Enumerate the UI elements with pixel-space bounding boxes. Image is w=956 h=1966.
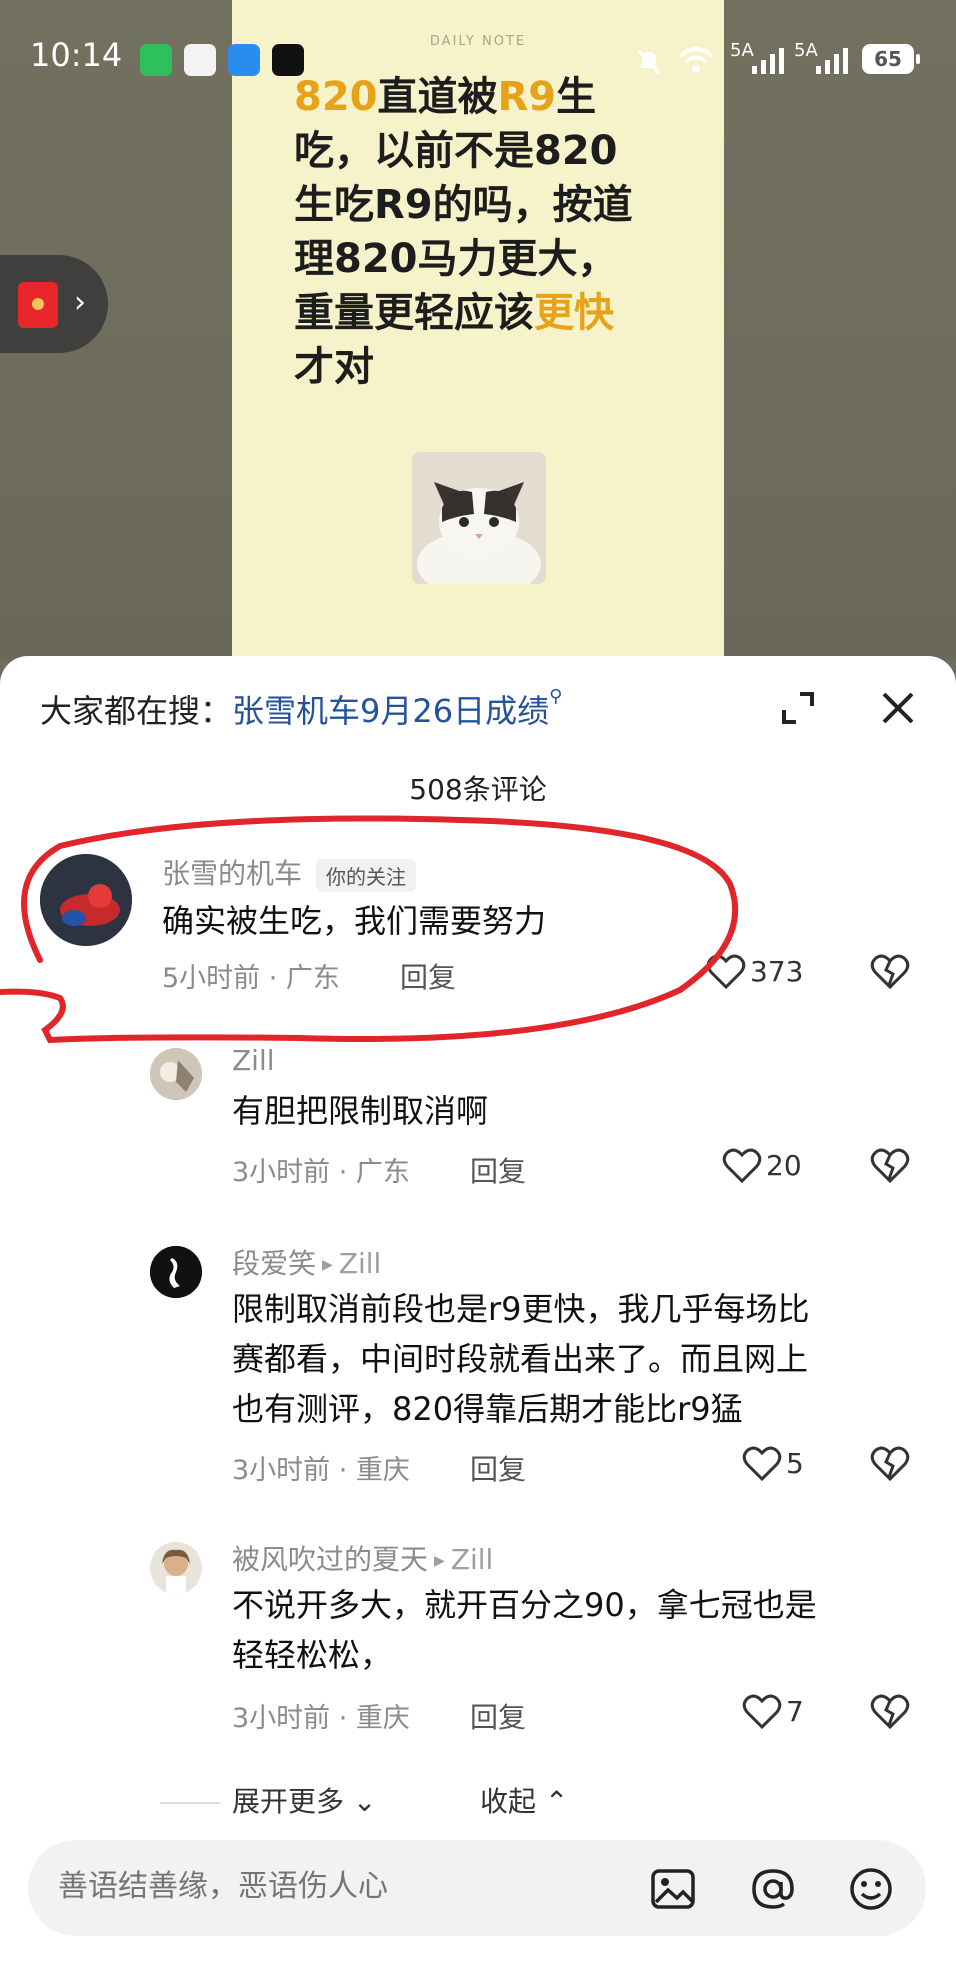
tiktok-icon bbox=[272, 44, 304, 76]
note-text-line: 吃，以前不是820 bbox=[294, 128, 618, 174]
trending-term[interactable]: 张雪机车9月26日成绩 bbox=[232, 692, 549, 730]
following-badge: 你的关注 bbox=[316, 858, 417, 892]
reply-arrow-icon: ▶ bbox=[322, 1257, 333, 1273]
comment-sheet: 大家都在搜：张雪机车9月26日成绩⚲ 508条评论 张雪的机车 你的关注 确实被生… bbox=[0, 656, 956, 1966]
heart-icon bbox=[742, 1694, 782, 1730]
reply-to-user[interactable]: Zill bbox=[339, 1247, 382, 1280]
signal-label-1: 5A bbox=[730, 40, 754, 61]
broken-heart-icon bbox=[870, 1446, 910, 1482]
like-count: 5 bbox=[786, 1446, 804, 1480]
like-button[interactable]: 20 bbox=[722, 1146, 802, 1186]
chevron-down-icon: ⌄ bbox=[352, 1785, 377, 1818]
signal-label-2: 5A bbox=[794, 40, 818, 61]
avatar[interactable] bbox=[150, 1246, 202, 1298]
trending-label: 大家都在搜： bbox=[40, 692, 233, 730]
battery-indicator: 65 bbox=[862, 44, 920, 74]
mute-icon bbox=[637, 49, 661, 75]
divider bbox=[160, 1802, 220, 1804]
comment-author-row: 被风吹过的夏天 ▶ Zill bbox=[232, 1538, 493, 1578]
cat-photo bbox=[412, 452, 546, 584]
emoji-icon[interactable] bbox=[848, 1866, 894, 1912]
signal-bars-icon bbox=[816, 48, 848, 74]
comment-text-line: 限制取消前段也是r9更快，我几乎每场比 bbox=[232, 1290, 810, 1328]
comment-text: 有胆把限制取消啊 bbox=[232, 1092, 489, 1130]
avatar[interactable] bbox=[150, 1542, 202, 1594]
comment-count: 508条评论 bbox=[409, 773, 547, 806]
avatar[interactable] bbox=[40, 854, 132, 946]
reply-to-user[interactable]: Zill bbox=[451, 1543, 494, 1576]
comment-input-bar[interactable] bbox=[28, 1840, 926, 1936]
chevron-up-icon: ⌃ bbox=[544, 1785, 569, 1818]
search-icon: ⚲ bbox=[549, 686, 563, 707]
reply-button[interactable]: 回复 bbox=[470, 1448, 526, 1488]
comment-text-line: 轻轻松松， bbox=[232, 1636, 393, 1674]
like-button[interactable]: 5 bbox=[742, 1444, 804, 1484]
note-text-line: 才对 bbox=[294, 344, 374, 390]
heart-icon bbox=[722, 1148, 762, 1184]
comment-meta: 3小时前 · 广东 bbox=[232, 1157, 410, 1188]
comment-text-line: 不说开多大，就开百分之90，拿七冠也是 bbox=[232, 1586, 817, 1624]
dislike-button[interactable] bbox=[870, 1444, 910, 1484]
reply-button[interactable]: 回复 bbox=[470, 1150, 526, 1190]
reply-arrow-icon: ▶ bbox=[434, 1553, 445, 1569]
broken-heart-icon bbox=[870, 954, 910, 990]
collapse-label: 收起 bbox=[480, 1785, 537, 1818]
comment-meta: 3小时前 · 重庆 bbox=[232, 1703, 410, 1734]
heart-icon bbox=[706, 954, 746, 990]
dislike-button[interactable] bbox=[870, 1146, 910, 1186]
comment-meta: 5小时前 · 广东 bbox=[162, 963, 340, 994]
reply-button[interactable]: 回复 bbox=[400, 956, 456, 996]
note-text-line: 理820马力更大， bbox=[294, 236, 618, 282]
wifi-icon bbox=[678, 47, 714, 73]
comment-text-line: 赛都看，中间时段就看出来了。而且网上 bbox=[232, 1340, 809, 1378]
comment-text: 不说开多大，就开百分之90，拿七冠也是 轻轻松松， bbox=[232, 1580, 817, 1680]
note-text-line: 生吃R9的吗，按道 bbox=[294, 182, 633, 228]
clock: 10:14 bbox=[30, 36, 123, 74]
like-count: 373 bbox=[750, 954, 804, 988]
comment-author[interactable]: Zill bbox=[232, 1044, 275, 1077]
close-icon[interactable] bbox=[876, 686, 920, 730]
signal-bars-icon bbox=[752, 48, 784, 74]
reply-button[interactable]: 回复 bbox=[470, 1696, 526, 1736]
wifi-app-icon bbox=[228, 44, 260, 76]
wechat-icon bbox=[140, 44, 172, 76]
red-envelope-icon bbox=[18, 282, 58, 328]
status-bar: 10:14 5A 5A 65 bbox=[0, 0, 956, 120]
mention-icon[interactable] bbox=[750, 1866, 796, 1912]
comment-text: 确实被生吃，我们需要努力 bbox=[162, 902, 547, 940]
comment-author[interactable]: 张雪的机车 bbox=[162, 857, 302, 890]
red-packet-tab[interactable]: › bbox=[0, 255, 108, 353]
collapse-button[interactable]: 收起 ⌃ bbox=[480, 1780, 568, 1820]
chat-bubble-icon bbox=[184, 44, 216, 76]
comment-author-row: 段爱笑 ▶ Zill bbox=[232, 1242, 381, 1282]
expand-icon[interactable] bbox=[776, 686, 820, 730]
like-button[interactable]: 373 bbox=[706, 952, 803, 992]
comment-author[interactable]: 段爱笑 bbox=[232, 1247, 316, 1280]
dislike-button[interactable] bbox=[870, 952, 910, 992]
like-count: 7 bbox=[786, 1694, 804, 1728]
like-count: 20 bbox=[766, 1148, 802, 1182]
expand-more-label: 展开更多 bbox=[232, 1785, 345, 1818]
comment-meta: 3小时前 · 重庆 bbox=[232, 1455, 410, 1486]
chevron-right-icon: › bbox=[74, 285, 86, 320]
comment-author-row: 张雪的机车 你的关注 bbox=[162, 852, 417, 892]
comment-text: 限制取消前段也是r9更快，我几乎每场比 赛都看，中间时段就看出来了。而且网上 也… bbox=[232, 1284, 810, 1434]
avatar[interactable] bbox=[150, 1048, 202, 1100]
comment-author[interactable]: 被风吹过的夏天 bbox=[232, 1543, 428, 1576]
heart-icon bbox=[742, 1446, 782, 1482]
like-button[interactable]: 7 bbox=[742, 1692, 804, 1732]
expand-more-button[interactable]: 展开更多 ⌄ bbox=[160, 1780, 377, 1820]
broken-heart-icon bbox=[870, 1148, 910, 1184]
image-icon[interactable] bbox=[650, 1866, 696, 1912]
comment-text-line: 也有测评，820得靠后期才能比r9猛 bbox=[232, 1390, 743, 1428]
trending-search[interactable]: 大家都在搜：张雪机车9月26日成绩⚲ bbox=[40, 686, 562, 736]
note-highlight: 更快 bbox=[534, 290, 614, 336]
broken-heart-icon bbox=[870, 1694, 910, 1730]
note-text-part: 重量更轻应该 bbox=[294, 290, 534, 336]
dislike-button[interactable] bbox=[870, 1692, 910, 1732]
comment-input[interactable] bbox=[56, 1868, 600, 1905]
